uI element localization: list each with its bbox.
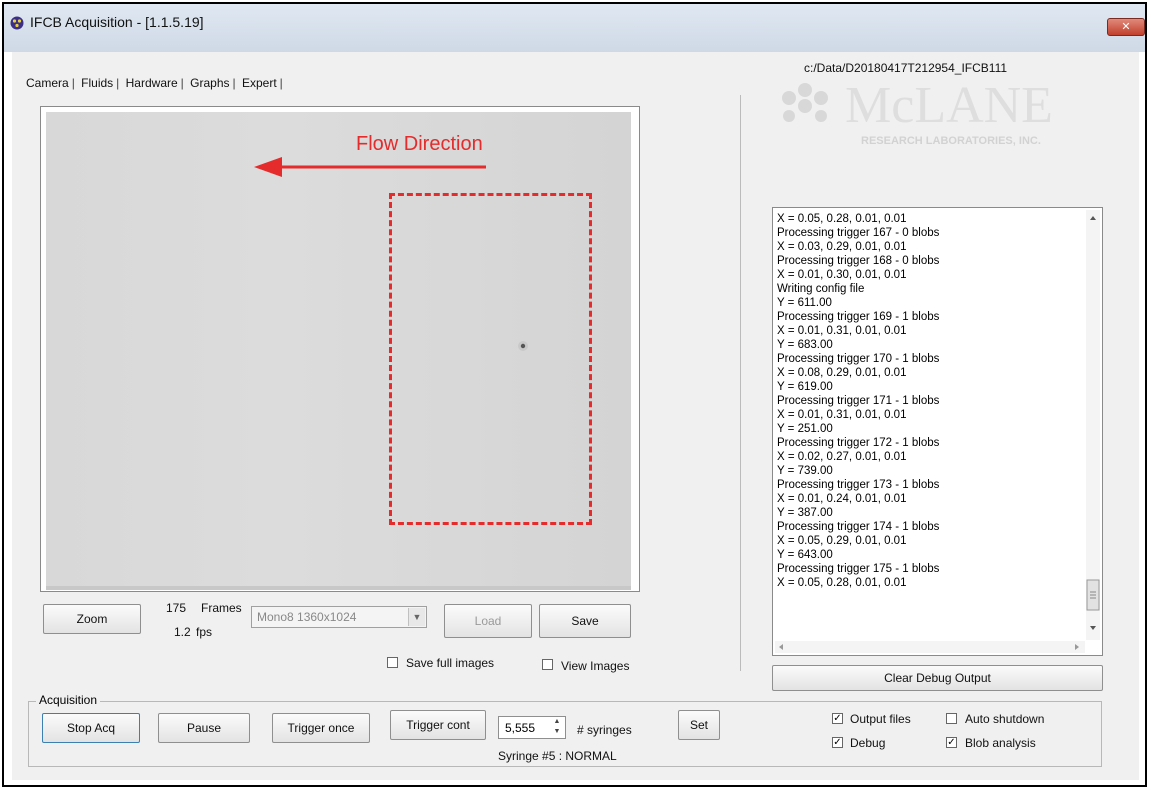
trigger-cont-button[interactable]: Trigger cont [390, 710, 486, 740]
syringes-value: 5,555 [505, 721, 536, 735]
frames-label: Frames [201, 601, 242, 615]
camera-format-value: Mono8 1360x1024 [257, 610, 357, 624]
window-title: IFCB Acquisition - [1.1.5.19] [30, 14, 204, 30]
debug-line: Processing trigger 173 - 1 blobs [777, 479, 940, 491]
debug-line: Processing trigger 171 - 1 blobs [777, 395, 940, 407]
debug-line: X = 0.01, 0.31, 0.01, 0.01 [777, 409, 907, 421]
close-button[interactable]: ✕ [1107, 18, 1145, 36]
zoom-button[interactable]: Zoom [43, 604, 141, 634]
debug-line: X = 0.05, 0.29, 0.01, 0.01 [777, 535, 907, 547]
syringe-status: Syringe #5 : NORMAL [498, 749, 617, 763]
spin-up-icon[interactable]: ▲ [550, 717, 564, 727]
debug-line: Y = 643.00 [777, 549, 833, 561]
pause-button[interactable]: Pause [158, 713, 250, 743]
tab-expert[interactable]: Expert [240, 76, 279, 90]
app-icon [10, 16, 24, 30]
output-files-label: Output files [850, 712, 911, 726]
debug-line: Y = 683.00 [777, 339, 833, 351]
debug-line: X = 0.01, 0.30, 0.01, 0.01 [777, 269, 907, 281]
tab-fluids[interactable]: Fluids [79, 76, 115, 90]
set-button[interactable]: Set [678, 710, 720, 740]
trigger-once-button[interactable]: Trigger once [272, 713, 370, 743]
save-button[interactable]: Save [539, 604, 631, 638]
acquisition-group-label: Acquisition [36, 693, 101, 707]
region-of-interest-box [389, 193, 592, 525]
svg-text:McLANE: McLANE [845, 77, 1053, 134]
flow-direction-label: Flow Direction [356, 133, 483, 155]
debug-line: Processing trigger 169 - 1 blobs [777, 311, 940, 323]
debug-lines: X = 0.05, 0.28, 0.01, 0.01 Processing tri… [777, 212, 1082, 636]
clear-debug-output-button[interactable]: Clear Debug Output [772, 665, 1103, 691]
flow-direction-arrow-icon [254, 157, 486, 177]
debug-line: Processing trigger 168 - 0 blobs [777, 255, 940, 267]
tab-camera[interactable]: Camera [24, 76, 71, 90]
close-icon: ✕ [1121, 21, 1131, 33]
data-path-label: c:/Data/D20180417T212954_IFCB111 [804, 61, 1008, 75]
debug-vertical-scrollbar[interactable] [1086, 210, 1100, 640]
save-full-images-label: Save full images [406, 656, 495, 670]
debug-line: X = 0.05, 0.28, 0.01, 0.01 [777, 213, 907, 225]
blob-analysis-checkbox[interactable]: ✓ [946, 737, 957, 748]
camera-horizontal-scrollbar[interactable] [46, 586, 631, 590]
output-files-checkbox[interactable]: ✓ [832, 713, 843, 724]
debug-line: Y = 251.00 [777, 423, 833, 435]
svg-text:RESEARCH LABORATORIES, INC.: RESEARCH LABORATORIES, INC. [861, 135, 1041, 147]
debug-line: X = 0.03, 0.29, 0.01, 0.01 [777, 241, 907, 253]
auto-shutdown-checkbox[interactable] [946, 713, 957, 724]
camera-format-select[interactable]: Mono8 1360x1024 ▼ [251, 606, 427, 628]
stop-acq-button[interactable]: Stop Acq [42, 713, 140, 743]
auto-shutdown-label: Auto shutdown [965, 712, 1045, 726]
debug-line: X = 0.02, 0.27, 0.01, 0.01 [777, 451, 907, 463]
debug-checkbox[interactable]: ✓ [832, 737, 843, 748]
debug-line: X = 0.05, 0.28, 0.01, 0.01 [777, 577, 907, 589]
mclane-logo: McLANE RESEARCH LABORATORIES, INC. [782, 77, 1053, 147]
debug-line: Writing config file [777, 283, 865, 295]
fps-label: fps [196, 625, 213, 639]
tab-strip: Camera | Fluids | Hardware | Graphs | Expert… [24, 76, 283, 90]
debug-label: Debug [850, 736, 886, 750]
debug-line: Processing trigger 174 - 1 blobs [777, 521, 940, 533]
chevron-down-icon: ▼ [408, 608, 425, 626]
debug-line: Y = 739.00 [777, 465, 833, 477]
debug-line: Processing trigger 170 - 1 blobs [777, 353, 940, 365]
debug-line: Y = 387.00 [777, 507, 833, 519]
fps-value: 1.2 [174, 625, 191, 639]
debug-line: Y = 611.00 [777, 297, 832, 309]
view-images-label: View Images [561, 659, 630, 673]
spin-down-icon[interactable]: ▼ [550, 727, 564, 737]
debug-line: Processing trigger 175 - 1 blobs [777, 563, 940, 575]
tab-hardware[interactable]: Hardware [124, 76, 180, 90]
debug-line: Y = 619.00 [777, 381, 833, 393]
debug-line: X = 0.01, 0.24, 0.01, 0.01 [777, 493, 907, 505]
frames-count: 175 [166, 601, 187, 615]
load-button[interactable]: Load [444, 604, 532, 638]
view-images-checkbox[interactable] [542, 659, 553, 670]
panel-divider [740, 95, 741, 671]
syringes-spinner[interactable]: 5,555 ▲ ▼ [498, 716, 566, 739]
debug-horizontal-scrollbar[interactable] [775, 641, 1085, 653]
debug-line: Processing trigger 167 - 0 blobs [777, 227, 940, 239]
debug-line: X = 0.01, 0.31, 0.01, 0.01 [777, 325, 907, 337]
particle-blob-icon [518, 341, 528, 351]
debug-line: Processing trigger 172 - 1 blobs [777, 437, 940, 449]
blob-analysis-label: Blob analysis [965, 736, 1036, 750]
save-full-images-checkbox[interactable] [387, 657, 398, 668]
syringes-label: # syringes [577, 723, 632, 737]
debug-output-list[interactable]: X = 0.05, 0.28, 0.01, 0.01 Processing tri… [772, 207, 1103, 656]
debug-line: X = 0.08, 0.29, 0.01, 0.01 [777, 367, 907, 379]
tab-graphs[interactable]: Graphs [188, 76, 231, 90]
